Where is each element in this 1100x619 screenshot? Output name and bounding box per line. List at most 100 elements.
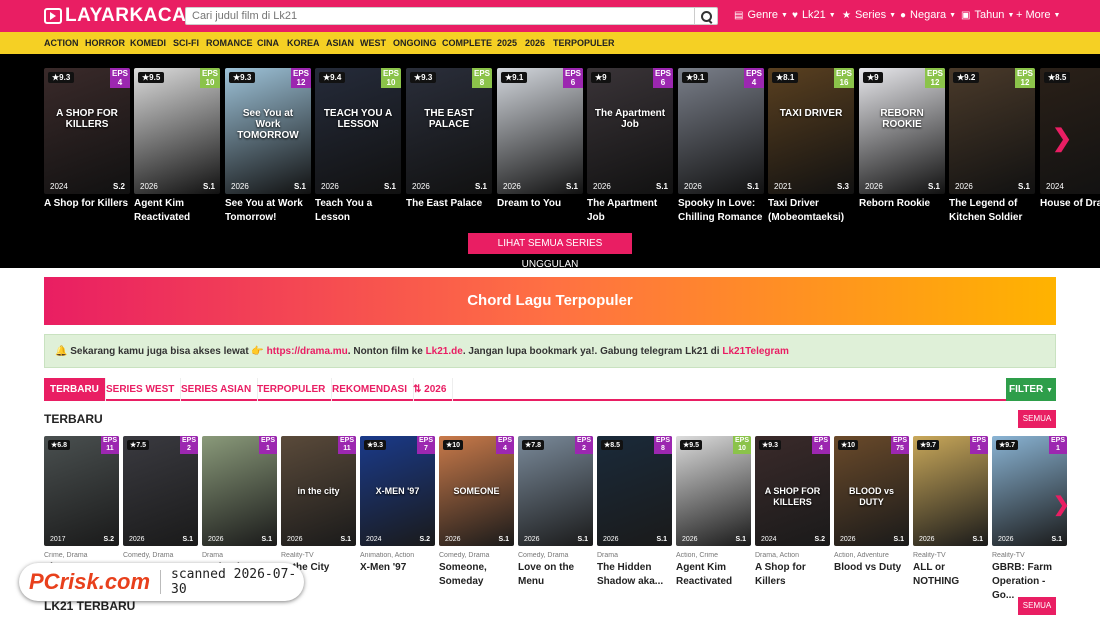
- featured-card[interactable]: 9.1 EPS4 2026 S.1 Spooky In Love: Chilling R…: [678, 68, 764, 225]
- category-link[interactable]: ASIAN: [326, 38, 354, 48]
- category-link[interactable]: TERPOPULER: [553, 38, 615, 48]
- search-button[interactable]: [694, 7, 718, 25]
- featured-card[interactable]: 9.1 EPS6 2026 S.1 Dream to You: [497, 68, 583, 211]
- year-label: 2026: [231, 182, 249, 191]
- poster-image: 9.7 EPS1 2026 S.1: [913, 436, 988, 546]
- category-link[interactable]: SCI-FI: [173, 38, 199, 48]
- series-card[interactable]: 7.8 EPS2 2026 S.1 Comedy, Drama Love on the M…: [518, 436, 593, 589]
- category-link[interactable]: ROMANCE: [206, 38, 253, 48]
- card-title[interactable]: The Legend of Kitchen Soldier: [949, 197, 1035, 225]
- featured-card[interactable]: See You at Work TOMORROW9.3EPS122026S.1S…: [225, 68, 311, 225]
- notice-link-lk21[interactable]: Lk21.de: [426, 346, 463, 357]
- notice-text: . Nonton film ke: [347, 346, 426, 357]
- see-all-terbaru-button[interactable]: SEMUA: [1018, 410, 1056, 428]
- genre-label: Comedy, Drama: [123, 552, 174, 559]
- site-logo[interactable]: LAYARKACA21: [44, 5, 208, 27]
- carousel-next-icon[interactable]: ❯: [1053, 492, 1070, 517]
- notice-link-telegram[interactable]: Lk21Telegram: [722, 346, 789, 357]
- category-link[interactable]: ONGOING: [393, 38, 437, 48]
- series-card[interactable]: 8.5 EPS8 2026 S.1 Drama The Hidden Shadow aka…: [597, 436, 672, 589]
- card-title[interactable]: Blood vs Duty: [834, 561, 909, 575]
- notice-link-drama[interactable]: https://drama.mu: [267, 346, 348, 357]
- series-card[interactable]: 7.5EPS22026S.1Comedy, DramaMr. Eras Ma..…: [123, 436, 198, 575]
- nav-more[interactable]: + More ▼: [1016, 9, 1060, 21]
- tab-series-west[interactable]: SERIES WEST: [100, 378, 182, 401]
- card-title[interactable]: The East Palace: [406, 197, 492, 211]
- featured-card[interactable]: TAXI DRIVER 8.1 EPS16 2021 S.3 Taxi Driver (M…: [768, 68, 854, 225]
- card-title[interactable]: House of Dragon: [1040, 197, 1100, 211]
- category-link[interactable]: KOMEDI: [130, 38, 166, 48]
- series-card[interactable]: A SHOP FOR KILLERS 9.3 EPS4 2024 S.2 Drama, A…: [755, 436, 830, 589]
- card-title[interactable]: Spooky In Love: Chilling Romance: [678, 197, 764, 225]
- card-title[interactable]: Reborn Rookie: [859, 197, 945, 211]
- carousel-next-icon[interactable]: ❯: [1052, 124, 1072, 153]
- card-title[interactable]: Agent Kim Reactivated: [676, 561, 751, 589]
- card-title[interactable]: Taxi Driver (Mobeomtaeksi): [768, 197, 854, 225]
- featured-card[interactable]: TEACH YOU A LESSON 9.4 EPS10 2026 S.1 Teach Y…: [315, 68, 401, 225]
- card-title[interactable]: The Hidden Shadow aka...: [597, 561, 672, 589]
- series-card[interactable]: 9.7 EPS1 2026 S.1 Reality-TV ALL or NOTHING: [913, 436, 988, 589]
- tab-terbaru[interactable]: TERBARU: [44, 378, 106, 401]
- category-link[interactable]: WEST: [360, 38, 386, 48]
- featured-card[interactable]: 9.2 EPS12 2026 S.1 The Legend of Kitchen Sol…: [949, 68, 1035, 225]
- category-link[interactable]: CINA: [257, 38, 279, 48]
- series-card[interactable]: EPS12026S.1DramaUnder the...: [202, 436, 277, 575]
- tab-rekomendasi[interactable]: REKOMENDASI: [326, 378, 415, 401]
- featured-card[interactable]: REBORN ROOKIE 9 EPS12 2026 S.1 Reborn Rookie: [859, 68, 945, 211]
- featured-card[interactable]: 9.5 EPS10 2026 S.1 Agent Kim Reactivated: [134, 68, 220, 225]
- rating-badge: 9.2: [953, 72, 980, 83]
- category-link[interactable]: ACTION: [44, 38, 79, 48]
- card-title[interactable]: Teach You a Lesson: [315, 197, 401, 225]
- star-icon: ★: [842, 9, 851, 21]
- filter-button[interactable]: FILTER ▼: [1006, 378, 1056, 401]
- card-title[interactable]: A Shop for Killers: [44, 197, 130, 211]
- featured-card[interactable]: A SHOP FOR KILLERS 9.3 EPS4 2024 S.2 A Shop f…: [44, 68, 130, 211]
- nav-lk21[interactable]: ♥ Lk21 ▼: [792, 9, 836, 21]
- category-link[interactable]: 2026: [525, 38, 545, 48]
- category-link[interactable]: 2025: [497, 38, 517, 48]
- card-title[interactable]: The Apartment Job: [587, 197, 673, 225]
- series-card[interactable]: BLOOD vs DUTY 10 EPS75 2026 S.1 Action, Adven…: [834, 436, 909, 575]
- year-label: 2026: [955, 182, 973, 191]
- nav-genre[interactable]: ▤ Genre ▼: [734, 9, 788, 21]
- episode-count: 4: [117, 78, 123, 87]
- category-link[interactable]: KOREA: [287, 38, 320, 48]
- poster-title-art: X-MEN '97: [375, 486, 420, 496]
- see-all-series-button[interactable]: LIHAT SEMUA SERIES UNGGULAN: [468, 233, 632, 270]
- see-all-lk21-button[interactable]: SEMUA: [1018, 597, 1056, 615]
- category-link[interactable]: COMPLETE: [442, 38, 492, 48]
- tab-series-asian[interactable]: SERIES ASIAN: [175, 378, 259, 401]
- series-tabs: TERBARU SERIES WEST SERIES ASIAN TERPOPU…: [44, 378, 1056, 401]
- series-card[interactable]: 9.7EPS12026S.1Reality-TVGBRB: Farm Opera…: [992, 436, 1067, 603]
- nav-label: Series: [854, 9, 887, 21]
- featured-card[interactable]: The Apartment Job9EPS62026S.1The Apartme…: [587, 68, 673, 225]
- card-title[interactable]: Dream to You: [497, 197, 583, 211]
- card-title[interactable]: Love on the Menu: [518, 561, 593, 589]
- chord-banner[interactable]: Chord Lagu Terpopuler: [44, 277, 1056, 325]
- card-title[interactable]: Agent Kim Reactivated: [134, 197, 220, 225]
- poster-image: 7.5 EPS2 2026 S.1: [123, 436, 198, 546]
- series-card[interactable]: in the city EPS 11 2026 S.1 Reality-TV In the …: [281, 436, 356, 575]
- nav-tahun[interactable]: ▣ Tahun ▼: [961, 9, 1014, 21]
- tab-terpopuler[interactable]: TERPOPULER: [251, 378, 333, 401]
- tab-year[interactable]: ⇅ 2026: [407, 378, 454, 401]
- card-title[interactable]: Someone, Someday: [439, 561, 514, 589]
- card-title[interactable]: ALL or NOTHING: [913, 561, 988, 589]
- card-title[interactable]: See You at Work Tomorrow!: [225, 197, 311, 225]
- series-card[interactable]: SOMEONE 10 EPS4 2026 S.1 Comedy, Drama Someone…: [439, 436, 514, 589]
- poster-image: TEACH YOU A LESSON 9.4 EPS10 2026 S.1: [315, 68, 401, 194]
- nav-series[interactable]: ★ Series ▼: [842, 9, 896, 21]
- card-title[interactable]: A Shop for Killers: [755, 561, 830, 589]
- caret-icon: ▼: [828, 11, 836, 19]
- episode-badge: EPS 1: [259, 436, 277, 454]
- category-link[interactable]: HORROR: [85, 38, 125, 48]
- search-input[interactable]: [185, 7, 695, 25]
- series-card[interactable]: 9.5 EPS10 2026 S.1 Action, Crime Agent Kim Re…: [676, 436, 751, 589]
- series-card[interactable]: X-MEN '97 9.3 EPS7 2024 S.2 Animation, Action…: [360, 436, 435, 575]
- genre-label: Reality-TV: [281, 552, 314, 559]
- card-title[interactable]: X-Men '97: [360, 561, 435, 575]
- nav-negara[interactable]: ● Negara ▼: [900, 9, 956, 21]
- globe-icon: ●: [900, 9, 907, 21]
- featured-card[interactable]: THE EAST PALACE 9.3 EPS8 2026 S.1 The East Pa…: [406, 68, 492, 211]
- episode-badge: EPS 4: [744, 68, 764, 88]
